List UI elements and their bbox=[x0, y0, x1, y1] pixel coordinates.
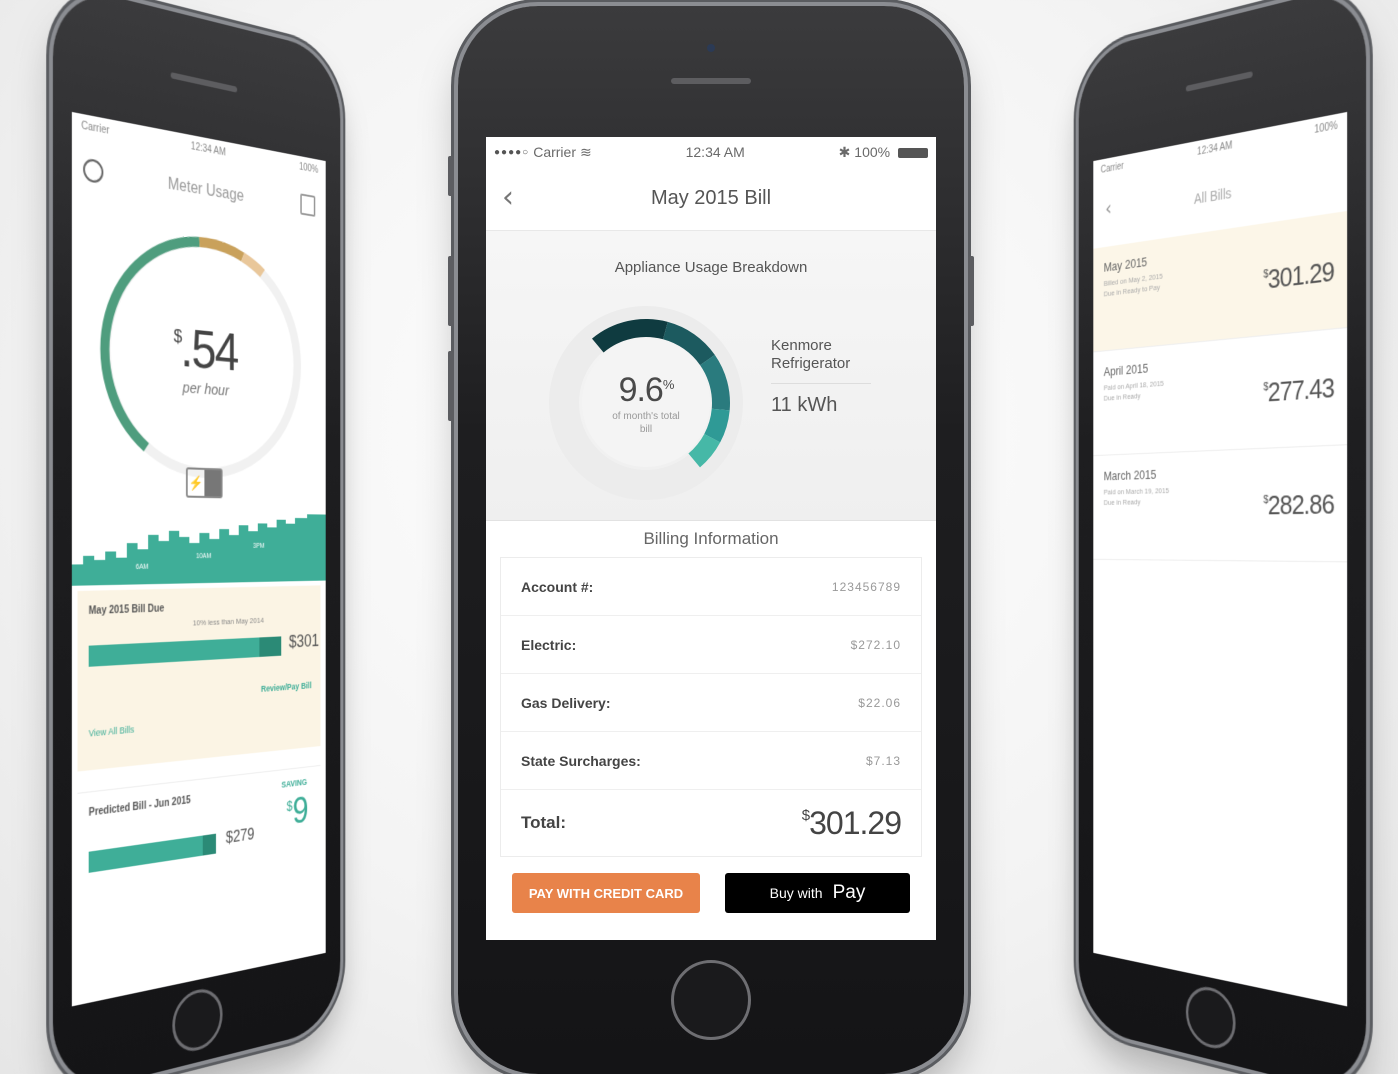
usage-bar-chart: 6AM 10AM 3PM bbox=[71, 511, 326, 586]
status-bar: ●●●●○ Carrier ≋ 12:34 AM ✱ 100% bbox=[486, 137, 936, 167]
home-button[interactable] bbox=[671, 960, 751, 1040]
hourly-cost: $.54 bbox=[173, 316, 238, 382]
meter-usage-screen: Carrier 12:34 AM 100% Meter Usage $.54 p… bbox=[71, 111, 326, 1007]
back-chevron-icon[interactable]: ‹ bbox=[502, 183, 514, 213]
predicted-bar bbox=[88, 835, 203, 873]
review-pay-bill-link[interactable]: Review/Pay Bill bbox=[261, 681, 312, 694]
billing-row-surcharges: State Surcharges: $7.13 bbox=[501, 732, 921, 790]
bill-progress-bar-end bbox=[259, 636, 282, 657]
divider bbox=[771, 383, 871, 384]
battery-label: 100% bbox=[299, 161, 319, 176]
plug-icon[interactable]: ⚡ bbox=[185, 467, 223, 499]
carrier-label: Carrier bbox=[1100, 160, 1124, 176]
volume-up-button bbox=[448, 256, 454, 326]
gauge-readout: $.54 per hour bbox=[92, 211, 308, 491]
chart-label-2: 3PM bbox=[253, 543, 265, 550]
bill-due-amount: $301 bbox=[288, 630, 320, 652]
apple-pay-button[interactable]: Buy with Pay bbox=[725, 873, 910, 913]
calendar-icon[interactable] bbox=[300, 193, 316, 217]
billing-row-account: Account #: 123456789 bbox=[501, 558, 921, 616]
billing-row-gas: Gas Delivery: $22.06 bbox=[501, 674, 921, 732]
pay-credit-card-button[interactable]: PAY WITH CREDIT CARD bbox=[512, 873, 700, 913]
predicted-bar-end bbox=[202, 833, 216, 856]
bill-list-item[interactable]: March 2015 Paid on March 19, 2015 Due in… bbox=[1093, 445, 1348, 563]
appliance-name: Kenmore Refrigerator bbox=[771, 337, 851, 372]
home-button[interactable] bbox=[1185, 982, 1236, 1054]
battery-label: 100% bbox=[854, 143, 891, 160]
chart-label-0: 6AM bbox=[136, 563, 149, 571]
predicted-bill-card: Predicted Bill - Jun 2015 $279 SAVING $9 bbox=[77, 764, 321, 910]
bill-due-card[interactable]: May 2015 Bill Due 10% less than May 2014… bbox=[77, 585, 321, 772]
left-phone-body: Carrier 12:34 AM 100% Meter Usage $.54 p… bbox=[52, 0, 341, 1074]
left-phone-mockup: Carrier 12:34 AM 100% Meter Usage $.54 p… bbox=[16, 0, 396, 1074]
page-title: May 2015 Bill bbox=[650, 187, 772, 209]
predicted-amount: $279 bbox=[225, 826, 255, 848]
bill-due-title: May 2015 Bill Due bbox=[88, 603, 165, 618]
back-chevron-icon[interactable]: ‹ bbox=[1105, 197, 1112, 222]
meter-icon[interactable] bbox=[83, 157, 104, 185]
usage-percent-caption: of month's total bill bbox=[612, 410, 680, 435]
front-camera bbox=[707, 44, 715, 52]
right-phone-body: Carrier 12:34 AM 100% ‹ All Bills May 20… bbox=[1078, 0, 1367, 1074]
billing-row-electric: Electric: $272.10 bbox=[501, 616, 921, 674]
bill-progress-bar bbox=[88, 637, 260, 667]
all-bills-screen: Carrier 12:34 AM 100% ‹ All Bills May 20… bbox=[1093, 111, 1348, 1007]
billing-row-total: Total: $301.29 bbox=[521, 804, 902, 841]
view-all-bills-link[interactable]: View All Bills bbox=[89, 724, 135, 738]
page-title: Meter Usage bbox=[167, 175, 244, 206]
time-label: 12:34 AM bbox=[190, 141, 226, 159]
chart-label-1: 10AM bbox=[196, 553, 212, 560]
mute-switch bbox=[448, 156, 454, 196]
speaker bbox=[1185, 71, 1253, 92]
usage-percent: 9.6% bbox=[618, 370, 675, 409]
volume-down-button bbox=[448, 351, 454, 421]
billing-card: Account #: 123456789 Electric: $272.10 G… bbox=[500, 557, 922, 857]
total-amount: $301.29 bbox=[801, 804, 902, 841]
page-title: All Bills bbox=[1193, 184, 1232, 208]
appliance-kwh: 11 kWh bbox=[771, 394, 838, 416]
carrier-label: Carrier bbox=[81, 120, 110, 137]
saving-amount: $9 bbox=[286, 790, 309, 833]
billing-title: Billing Information bbox=[643, 529, 779, 548]
wifi-icon: ≋ bbox=[579, 143, 592, 160]
payment-buttons: PAY WITH CREDIT CARD Buy with Pay bbox=[486, 857, 936, 913]
signal-icon: ●●●●○ bbox=[494, 146, 530, 158]
home-button[interactable] bbox=[172, 984, 223, 1057]
predicted-title: Predicted Bill - Jun 2015 bbox=[88, 794, 191, 819]
bill-due-hint: 10% less than May 2014 bbox=[192, 615, 264, 628]
carrier-label: Carrier bbox=[533, 144, 576, 160]
power-button bbox=[968, 256, 974, 326]
battery-label: 100% bbox=[1314, 120, 1338, 137]
speaker bbox=[671, 78, 751, 84]
battery-icon bbox=[897, 147, 928, 158]
center-phone-mockup: ●●●●○ Carrier ≋ 12:34 AM ✱ 100% ‹ May 20… bbox=[448, 6, 974, 1074]
speaker bbox=[170, 72, 238, 93]
bluetooth-icon: ✱ bbox=[838, 143, 851, 160]
time-label: 12:34 AM bbox=[685, 144, 745, 160]
hourly-unit: per hour bbox=[182, 378, 230, 400]
usage-heading: Appliance Usage Breakdown bbox=[614, 259, 808, 276]
right-phone-mockup: Carrier 12:34 AM 100% ‹ All Bills May 20… bbox=[1020, 0, 1398, 1074]
appliance-info: Kenmore Refrigerator 11 kWh bbox=[771, 337, 871, 417]
bill-detail-screen: ●●●●○ Carrier ≋ 12:34 AM ✱ 100% ‹ May 20… bbox=[486, 137, 936, 940]
navigation-bar: ‹ May 2015 Bill bbox=[486, 167, 936, 231]
time-label: 12:34 AM bbox=[1197, 140, 1233, 158]
appliance-usage-section: Appliance Usage Breakdown 9.6% of month'… bbox=[486, 231, 936, 521]
donut-center: 9.6% of month's total bill bbox=[546, 303, 746, 503]
